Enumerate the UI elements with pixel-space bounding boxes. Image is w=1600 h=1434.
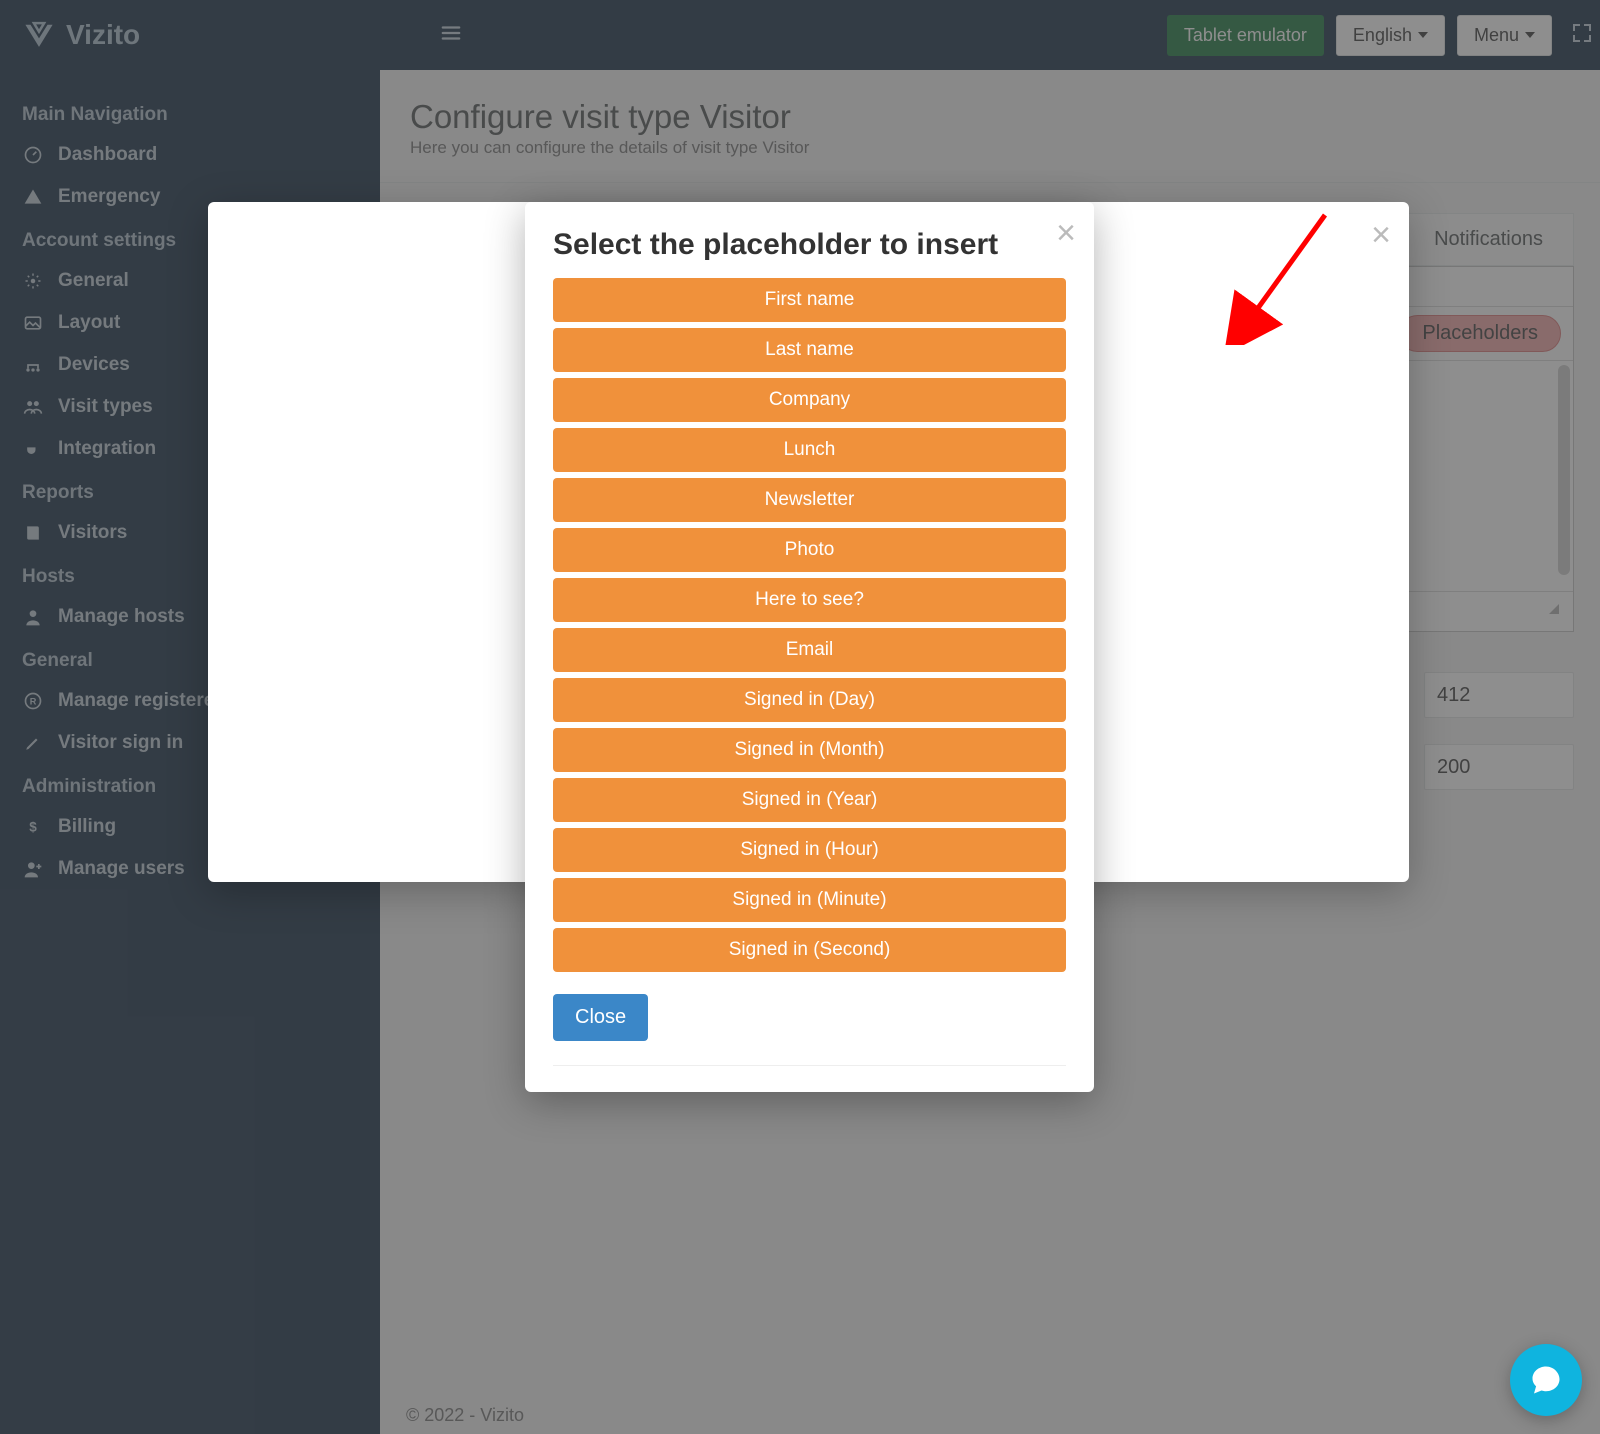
placeholder-modal: × Select the placeholder to insert First…	[525, 202, 1094, 1092]
placeholder-option[interactable]: Signed in (Month)	[553, 728, 1066, 772]
placeholder-option[interactable]: Newsletter	[553, 478, 1066, 522]
placeholder-option[interactable]: Signed in (Second)	[553, 928, 1066, 972]
close-icon[interactable]: ×	[1371, 216, 1391, 255]
placeholder-option[interactable]: Signed in (Minute)	[553, 878, 1066, 922]
placeholder-option[interactable]: Email	[553, 628, 1066, 672]
close-icon[interactable]: ×	[1056, 216, 1076, 250]
placeholder-option[interactable]: Here to see?	[553, 578, 1066, 622]
modal-title: Select the placeholder to insert	[553, 228, 1066, 262]
placeholder-option[interactable]: Company	[553, 378, 1066, 422]
placeholder-option[interactable]: First name	[553, 278, 1066, 322]
placeholder-option[interactable]: Signed in (Hour)	[553, 828, 1066, 872]
modal-close-button[interactable]: Close	[553, 994, 648, 1041]
placeholder-option[interactable]: Signed in (Year)	[553, 778, 1066, 822]
placeholder-list: First name Last name Company Lunch Newslette…	[553, 278, 1066, 972]
placeholder-option[interactable]: Last name	[553, 328, 1066, 372]
placeholder-option[interactable]: Signed in (Day)	[553, 678, 1066, 722]
placeholder-option[interactable]: Photo	[553, 528, 1066, 572]
chat-launcher[interactable]	[1510, 1344, 1582, 1416]
placeholder-option[interactable]: Lunch	[553, 428, 1066, 472]
chat-icon	[1528, 1362, 1564, 1398]
